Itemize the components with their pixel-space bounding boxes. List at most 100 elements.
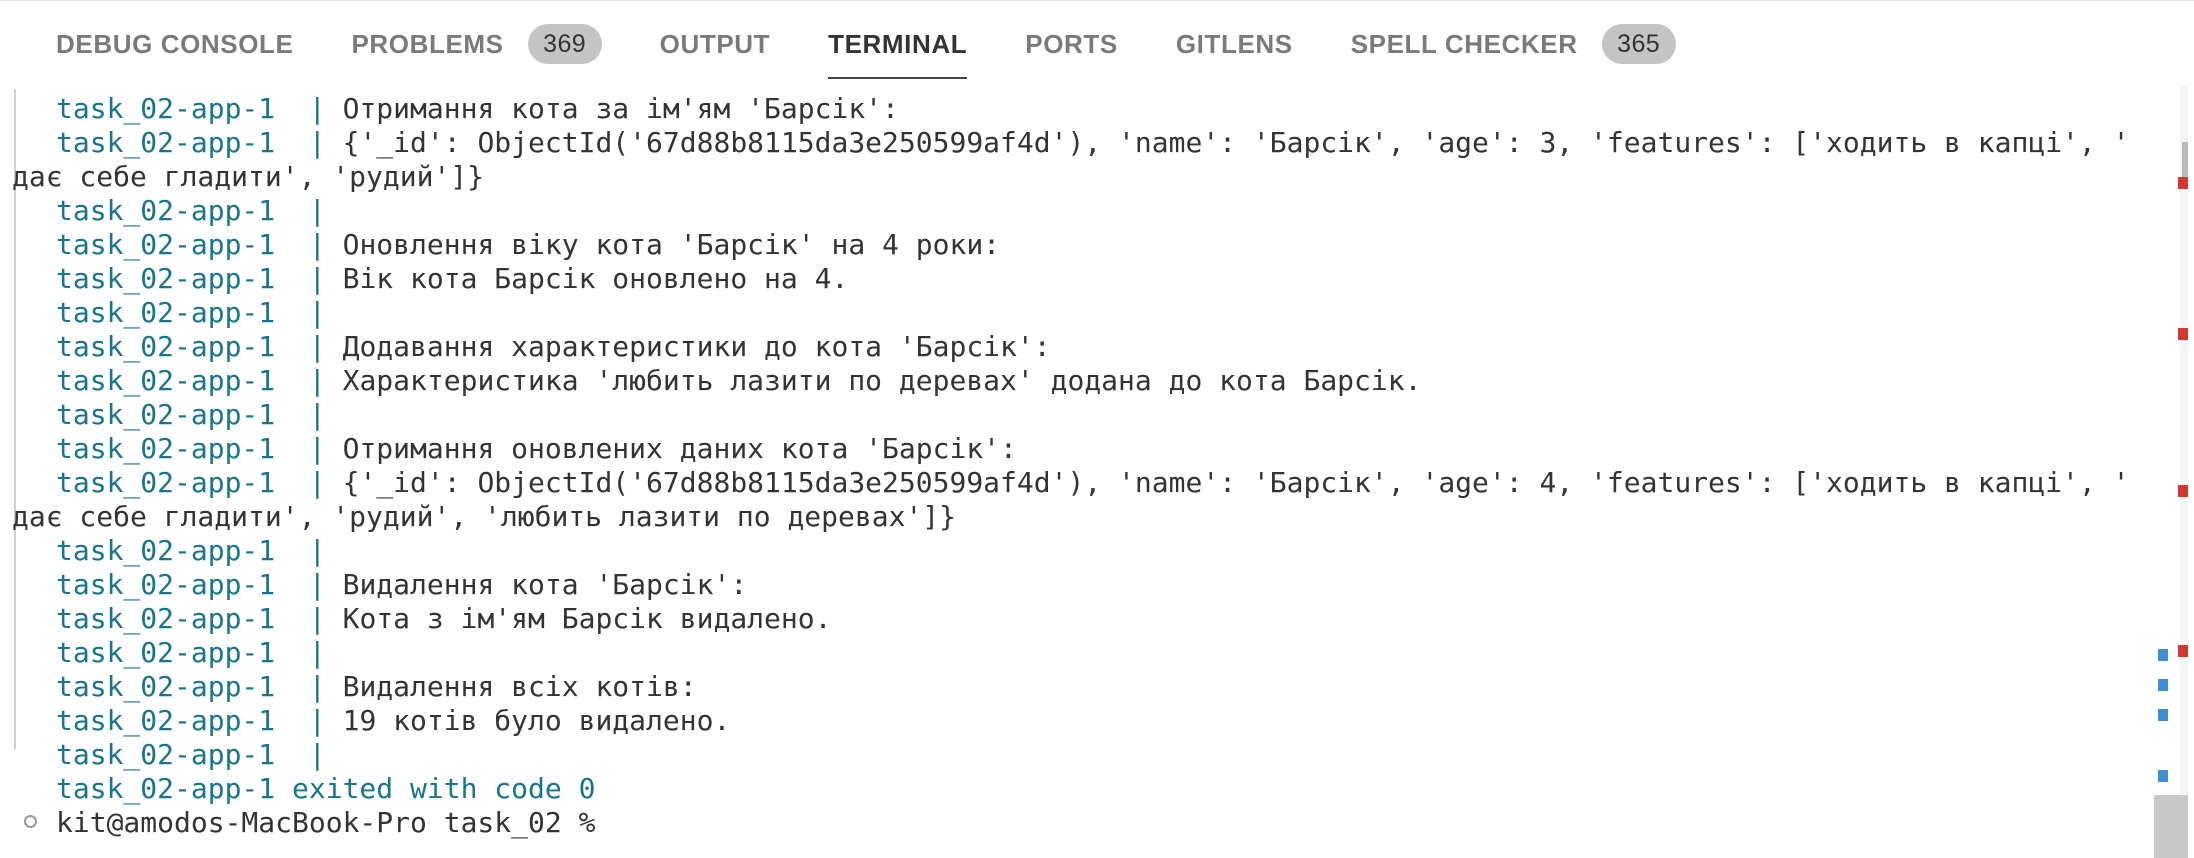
container-prefix: task_02-app-1 <box>56 466 309 499</box>
terminal-line: task_02-app-1 | <box>0 398 2150 432</box>
log-message: Вік кота Барсік оновлено на 4. <box>325 262 849 295</box>
terminal-line: task_02-app-1 | Отримання кота за ім'ям … <box>0 92 2150 126</box>
terminal-line: task_02-app-1 | Додавання характеристики… <box>0 330 2150 364</box>
log-message: Видалення кота 'Барсік': <box>325 568 748 601</box>
log-message: {'_id': ObjectId('67d88b8115da3e250599af… <box>325 466 2130 499</box>
terminal-line: task_02-app-1 | <box>0 534 2150 568</box>
container-prefix: task_02-app-1 <box>56 228 309 261</box>
terminal-line: task_02-app-1 | Характеристика 'любить л… <box>0 364 2150 398</box>
scrollbar-track[interactable] <box>2180 87 2188 858</box>
log-message: Отримання оновлених даних кота 'Барсік': <box>325 432 1017 465</box>
container-prefix: task_02-app-1 <box>56 194 309 227</box>
error-marker <box>2178 485 2188 497</box>
log-separator: | <box>308 636 326 669</box>
log-separator: | <box>308 466 326 499</box>
log-separator: | <box>308 534 326 567</box>
tab-problems[interactable]: PROBLEMS 369 <box>351 1 602 87</box>
error-marker <box>2178 328 2188 340</box>
terminal-line: task_02-app-1 | Оновлення віку кота 'Бар… <box>0 228 2150 262</box>
container-prefix: task_02-app-1 <box>56 704 309 737</box>
log-separator: | <box>308 364 326 397</box>
terminal-line: task_02-app-1 | Видалення кота 'Барсік': <box>0 568 2150 602</box>
tab-terminal[interactable]: TERMINAL <box>828 1 968 87</box>
log-separator: | <box>308 194 326 227</box>
container-prefix: task_02-app-1 <box>56 670 309 703</box>
error-marker <box>2178 177 2188 189</box>
tab-label: PORTS <box>1025 28 1118 59</box>
terminal-prompt-line: kit@amodos-MacBook-Pro task_02 % <box>0 806 2150 840</box>
log-separator: | <box>308 738 326 771</box>
log-message: {'_id': ObjectId('67d88b8115da3e250599af… <box>325 126 2130 159</box>
container-prefix: task_02-app-1 <box>56 126 309 159</box>
container-prefix: task_02-app-1 <box>56 636 309 669</box>
container-prefix: task_02-app-1 <box>56 296 309 329</box>
shell-prompt: kit@amodos-MacBook-Pro task_02 % <box>56 806 613 839</box>
scrollbar-thumb[interactable] <box>2154 795 2188 858</box>
terminal-line-wrap: дає себе гладити', 'рудий']} <box>0 160 2150 194</box>
tab-label: TERMINAL <box>828 28 968 59</box>
log-message-continuation: дає себе гладити', 'рудий']} <box>12 160 485 193</box>
terminal-line: task_02-app-1 | Кота з ім'ям Барсік вида… <box>0 602 2150 636</box>
log-separator: | <box>308 602 326 635</box>
terminal-line: task_02-app-1 | Видалення всіх котів: <box>0 670 2150 704</box>
log-separator: | <box>308 568 326 601</box>
terminal-line: task_02-app-1 | Отримання оновлених дани… <box>0 432 2150 466</box>
info-marker <box>2158 709 2168 721</box>
terminal-line: task_02-app-1 | <box>0 296 2150 330</box>
error-marker <box>2178 645 2188 657</box>
log-separator: | <box>308 296 326 329</box>
terminal-scrollbar[interactable] <box>2154 87 2188 858</box>
tab-label: SPELL CHECKER <box>1350 28 1578 59</box>
log-message: Кота з ім'ям Барсік видалено. <box>325 602 832 635</box>
terminal-line: task_02-app-1 | <box>0 738 2150 772</box>
container-prefix: task_02-app-1 <box>56 364 309 397</box>
tab-label: PROBLEMS <box>351 28 504 59</box>
tab-debug-console[interactable]: DEBUG CONSOLE <box>56 1 293 87</box>
log-separator: | <box>308 330 326 363</box>
terminal-panel: DEBUG CONSOLE PROBLEMS 369 OUTPUT TERMIN… <box>0 0 2194 858</box>
log-separator: | <box>308 704 326 737</box>
container-prefix: task_02-app-1 <box>56 398 309 431</box>
container-prefix: task_02-app-1 <box>56 92 309 125</box>
terminal-line: task_02-app-1 | <box>0 636 2150 670</box>
terminal-output[interactable]: task_02-app-1 | Отримання кота за ім'ям … <box>0 92 2150 852</box>
exit-message: task_02-app-1 exited with code 0 <box>56 772 596 805</box>
info-marker <box>2158 649 2168 661</box>
tab-label: DEBUG CONSOLE <box>56 28 294 59</box>
spell-checker-count-badge: 365 <box>1601 24 1676 64</box>
container-prefix: task_02-app-1 <box>56 738 309 771</box>
log-message: Додавання характеристики до кота 'Барсік… <box>325 330 1051 363</box>
container-prefix: task_02-app-1 <box>56 534 309 567</box>
info-marker <box>2158 679 2168 691</box>
tab-output[interactable]: OUTPUT <box>660 1 770 87</box>
tab-spell-checker[interactable]: SPELL CHECKER 365 <box>1351 1 1676 87</box>
terminal-line: task_02-app-1 | 19 котів було видалено. <box>0 704 2150 738</box>
log-message: Видалення всіх котів: <box>325 670 697 703</box>
terminal-line: task_02-app-1 | {'_id': ObjectId('67d88b… <box>0 126 2150 160</box>
log-separator: | <box>308 262 326 295</box>
log-separator: | <box>308 228 326 261</box>
log-separator: | <box>308 432 326 465</box>
container-prefix: task_02-app-1 <box>56 602 309 635</box>
tab-label: OUTPUT <box>659 28 771 59</box>
log-message: Отримання кота за ім'ям 'Барсік': <box>325 92 899 125</box>
tab-label: GITLENS <box>1175 28 1293 59</box>
panel-tab-bar: DEBUG CONSOLE PROBLEMS 369 OUTPUT TERMIN… <box>0 1 2194 87</box>
log-separator: | <box>308 670 326 703</box>
tab-ports[interactable]: PORTS <box>1025 1 1118 87</box>
log-message: 19 котів було видалено. <box>325 704 731 737</box>
terminal-line: task_02-app-1 | Вік кота Барсік оновлено… <box>0 262 2150 296</box>
terminal-line-wrap: дає себе гладити', 'рудий', 'любить лази… <box>0 500 2150 534</box>
problems-count-badge: 369 <box>527 24 602 64</box>
container-prefix: task_02-app-1 <box>56 568 309 601</box>
log-message-continuation: дає себе гладити', 'рудий', 'любить лази… <box>12 500 957 533</box>
terminal-line: task_02-app-1 | {'_id': ObjectId('67d88b… <box>0 466 2150 500</box>
info-marker <box>2158 770 2168 782</box>
terminal-line: task_02-app-1 | <box>0 194 2150 228</box>
overview-ruler-viewport <box>2182 142 2188 182</box>
container-prefix: task_02-app-1 <box>56 330 309 363</box>
tab-gitlens[interactable]: GITLENS <box>1176 1 1293 87</box>
log-message: Характеристика 'любить лазити по деревах… <box>325 364 1422 397</box>
container-prefix: task_02-app-1 <box>56 262 309 295</box>
log-message: Оновлення віку кота 'Барсік' на 4 роки: <box>325 228 1001 261</box>
